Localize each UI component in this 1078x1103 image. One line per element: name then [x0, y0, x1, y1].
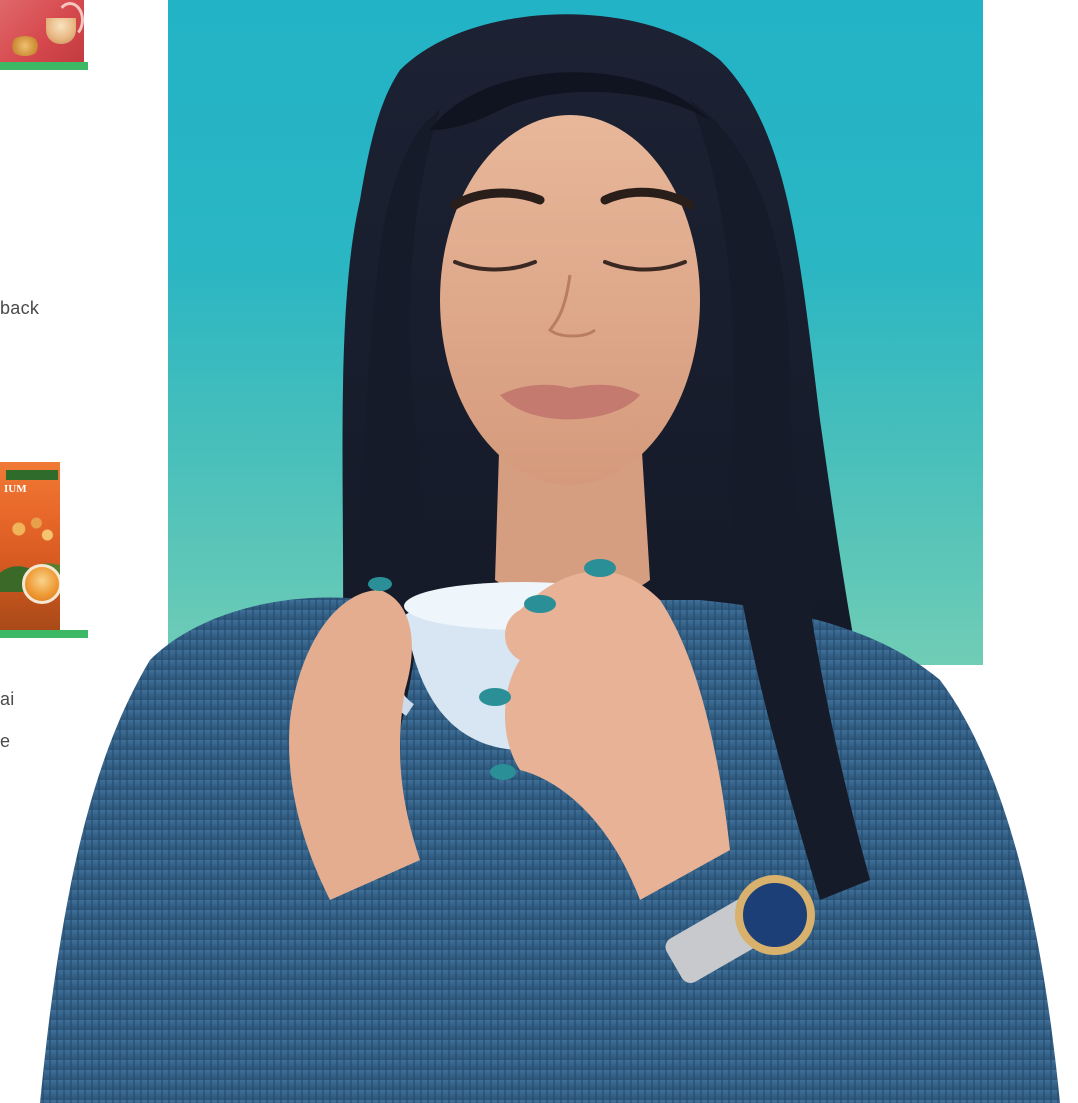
nail: [524, 595, 556, 613]
nail: [368, 577, 392, 591]
face: [440, 115, 700, 485]
nail: [490, 764, 516, 780]
watch-face: [735, 875, 815, 955]
page: back IUM ai e: [0, 0, 1078, 1103]
hero-woman-with-tea-cup-image: [40, 14, 1060, 1103]
nail: [479, 688, 511, 706]
nail: [584, 559, 616, 577]
